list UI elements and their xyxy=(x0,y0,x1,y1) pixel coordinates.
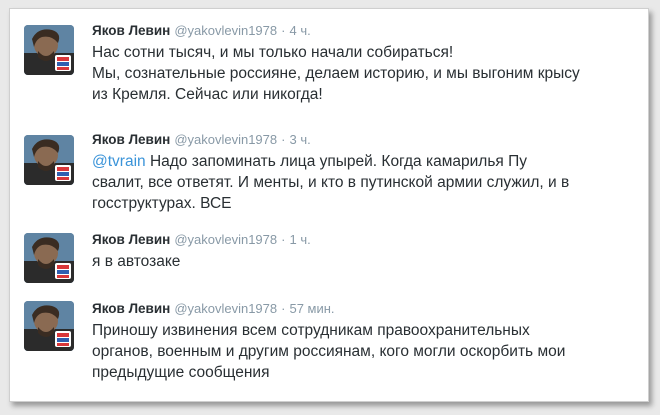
tweet-text: Приношу извинения всем сотрудникам право… xyxy=(92,320,630,383)
tweet-time[interactable]: 57 мин. xyxy=(289,301,334,316)
tweet-text: Нас сотни тысяч, и мы только начали соби… xyxy=(92,42,630,105)
tweet-text-line: из Кремля. Сейчас или никогда! xyxy=(92,86,323,103)
author-name[interactable]: Яков Левин xyxy=(92,132,170,147)
author-handle[interactable]: @yakovlevin1978 xyxy=(174,232,277,247)
tweet-text-line: предыдущие сообщения xyxy=(92,364,270,381)
avatar[interactable] xyxy=(24,301,74,351)
tweet-feed: Яков Левин @yakovlevin1978 · 4 ч. Нас сотни… xyxy=(9,8,649,402)
avatar[interactable] xyxy=(24,233,74,283)
author-name[interactable]: Яков Левин xyxy=(92,301,170,316)
author-handle[interactable]: @yakovlevin1978 xyxy=(174,301,277,316)
tweet-time[interactable]: 3 ч. xyxy=(289,132,310,147)
tweet-time[interactable]: 1 ч. xyxy=(289,232,310,247)
tweet-text-segment: Надо запоминать лица упырей. Когда камар… xyxy=(145,153,527,170)
tweet-text-line: Мы, сознательные россияне, делаем истори… xyxy=(92,65,580,82)
tweet-text-line: свалит, все ответят. И менты, и кто в пу… xyxy=(92,174,570,191)
avatar[interactable] xyxy=(24,135,74,185)
author-handle[interactable]: @yakovlevin1978 xyxy=(174,23,277,38)
tweet-text-line: Нас сотни тысяч, и мы только начали соби… xyxy=(92,44,454,61)
avatar[interactable] xyxy=(24,25,74,75)
tweet-time[interactable]: 4 ч. xyxy=(289,23,310,38)
author-handle[interactable]: @yakovlevin1978 xyxy=(174,132,277,147)
author-name[interactable]: Яков Левин xyxy=(92,23,170,38)
tweet-text-line: я в автозаке xyxy=(92,253,181,270)
tweet-text: @tvrain Надо запоминать лица упырей. Ког… xyxy=(92,151,630,214)
separator-dot: · xyxy=(281,232,286,247)
mention-link[interactable]: @tvrain xyxy=(92,153,146,170)
separator-dot: · xyxy=(281,132,286,147)
separator-dot: · xyxy=(281,301,286,316)
author-name[interactable]: Яков Левин xyxy=(92,232,170,247)
tweet-text-line: органов, военным и другим россиянам, ког… xyxy=(92,343,566,360)
tweet-text: я в автозаке xyxy=(92,251,630,272)
tweet-text-line: Приношу извинения всем сотрудникам право… xyxy=(92,322,530,339)
tweet-text-line: @tvrain Надо запоминать лица упырей. Ког… xyxy=(92,151,630,172)
separator-dot: · xyxy=(281,23,286,38)
tweet-text-line: госструктурах. ВСЕ xyxy=(92,195,232,212)
